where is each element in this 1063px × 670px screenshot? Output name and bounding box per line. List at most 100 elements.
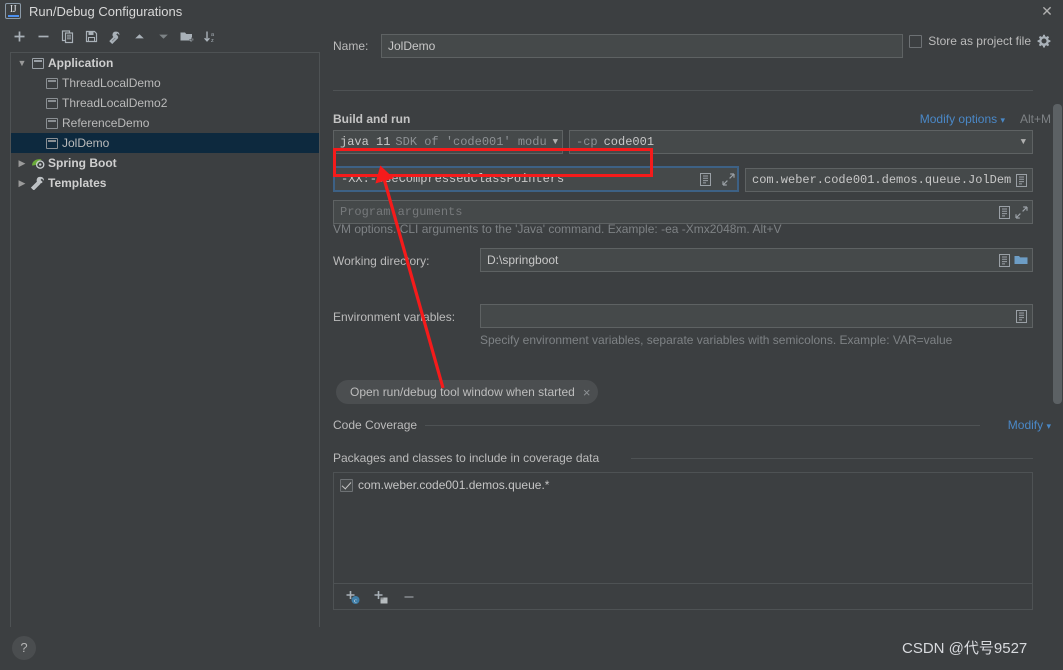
tree-item-referencedemo[interactable]: ReferenceDemo xyxy=(11,113,319,133)
expand-icon[interactable] xyxy=(1014,204,1028,220)
tree-item-threadlocaldemo2[interactable]: ThreadLocalDemo2 xyxy=(11,93,319,113)
macro-list-icon[interactable] xyxy=(698,171,712,187)
chevron-right-icon[interactable]: ▶ xyxy=(15,178,29,189)
help-button[interactable]: ? xyxy=(12,636,36,660)
classpath-select[interactable]: -cp code001 ▼ xyxy=(569,130,1033,154)
working-directory-field[interactable]: D:\springboot xyxy=(480,248,1033,272)
chevron-down-icon[interactable]: ▼ xyxy=(1015,137,1026,147)
tree-item-label: Templates xyxy=(48,176,107,190)
coverage-list-toolbar: c xyxy=(334,583,1032,609)
macro-list-icon[interactable] xyxy=(1014,172,1028,188)
name-label: Name: xyxy=(333,39,369,53)
classpath-value: code001 xyxy=(603,135,655,149)
editor-scrollbar[interactable] xyxy=(1053,104,1062,404)
tree-item-application[interactable]: ▼ Application xyxy=(11,53,319,73)
tree-item-label: ThreadLocalDemo2 xyxy=(62,96,168,110)
working-directory-value: D:\springboot xyxy=(487,253,559,267)
sort-configurations-button[interactable]: a z xyxy=(200,25,222,47)
move-down-button[interactable] xyxy=(152,25,174,47)
modify-options-link[interactable]: Modify options ▾ xyxy=(920,112,1005,126)
macro-list-icon[interactable] xyxy=(997,252,1011,268)
folder-icon[interactable] xyxy=(1014,252,1028,268)
run-debug-configurations-dialog: IJ Run/Debug Configurations ✕ a z ▼ Appl… xyxy=(0,0,1063,670)
open-run-debug-tool-window-chip[interactable]: Open run/debug tool window when started … xyxy=(336,380,599,404)
vm-options-hint: VM options. CLI arguments to the 'Java' … xyxy=(333,222,782,236)
vm-options-field-actions xyxy=(685,168,741,190)
gear-icon[interactable] xyxy=(1037,34,1051,48)
working-directory-label: Working directory: xyxy=(333,254,430,268)
module-icon xyxy=(43,117,60,129)
module-icon xyxy=(43,77,60,89)
close-icon[interactable]: ✕ xyxy=(1039,3,1055,19)
tree-item-label: ReferenceDemo xyxy=(62,116,150,130)
coverage-entries-list[interactable]: com.weber.code001.demos.queue.* c xyxy=(333,472,1033,610)
tree-item-threadlocaldemo[interactable]: ThreadLocalDemo xyxy=(11,73,319,93)
main-class-field[interactable]: com.weber.code001.demos.queue.JolDemo xyxy=(745,168,1033,192)
build-and-run-title: Build and run xyxy=(333,112,411,126)
expand-icon[interactable] xyxy=(721,171,735,187)
intellij-logo-bar xyxy=(8,15,19,17)
remove-configuration-button[interactable] xyxy=(32,25,54,47)
store-as-project-file-label: Store as project file xyxy=(928,34,1031,48)
store-as-project-file-checkbox[interactable] xyxy=(909,34,923,48)
svg-text:z: z xyxy=(211,38,214,44)
tree-item-label: ThreadLocalDemo xyxy=(62,76,161,90)
chevron-down-icon[interactable]: ▾ xyxy=(1046,421,1051,431)
new-folder-button[interactable] xyxy=(176,25,198,47)
main-class-value: com.weber.code001.demos.queue.JolDemo xyxy=(752,173,1011,187)
copy-configuration-button[interactable] xyxy=(56,25,78,47)
svg-text:c: c xyxy=(354,597,357,604)
editor-scrollbar-thumb[interactable] xyxy=(1053,104,1062,404)
jre-value-bold: java 11 xyxy=(340,135,391,149)
intellij-logo-icon: IJ xyxy=(5,3,21,19)
sidebar-toolbar: a z xyxy=(0,22,330,50)
module-icon xyxy=(43,97,60,109)
edit-templates-button[interactable] xyxy=(104,25,126,47)
window-title: Run/Debug Configurations xyxy=(29,3,183,19)
jre-select[interactable]: java 11 SDK of 'code001' modu ▼ xyxy=(333,130,563,154)
coverage-list-item[interactable]: com.weber.code001.demos.queue.* xyxy=(334,473,1032,497)
store-as-project-file-row[interactable]: Store as project file xyxy=(909,34,1051,48)
spring-boot-icon xyxy=(29,156,46,170)
chevron-right-icon[interactable]: ▶ xyxy=(15,158,29,169)
tree-item-joldemo[interactable]: JolDemo xyxy=(11,133,319,153)
module-icon xyxy=(29,57,46,69)
code-coverage-modify-link[interactable]: Modify ▾ xyxy=(1008,418,1051,432)
dialog-footer: ? OK Cancel Apply xyxy=(0,627,1063,670)
tree-item-label: JolDemo xyxy=(62,136,110,150)
chevron-down-icon[interactable]: ▼ xyxy=(15,58,29,68)
save-configuration-button[interactable] xyxy=(80,25,102,47)
intellij-logo-text: IJ xyxy=(9,4,17,15)
environment-variables-field[interactable] xyxy=(480,304,1033,328)
add-class-button[interactable]: c xyxy=(342,586,364,608)
title-bar: IJ Run/Debug Configurations xyxy=(0,0,1063,22)
add-configuration-button[interactable] xyxy=(8,25,30,47)
environment-variables-hint: Specify environment variables, separate … xyxy=(480,333,953,347)
coverage-rows: com.weber.code001.demos.queue.* xyxy=(334,473,1032,497)
program-arguments-placeholder: Program arguments xyxy=(340,205,463,219)
remove-entry-button[interactable] xyxy=(398,586,420,608)
name-input[interactable] xyxy=(381,34,903,58)
move-up-button[interactable] xyxy=(128,25,150,47)
name-separator xyxy=(333,90,1033,91)
configurations-sidebar: a z ▼ Application ThreadLocalDemo ThreadLoc… xyxy=(0,22,330,627)
code-coverage-title: Code Coverage xyxy=(333,418,418,432)
tree-item-templates[interactable]: ▶ Templates xyxy=(11,173,319,193)
chevron-down-icon[interactable]: ▼ xyxy=(547,137,558,147)
macro-list-icon[interactable] xyxy=(1014,308,1028,324)
tree-item-spring-boot[interactable]: ▶ Spring Boot xyxy=(11,153,319,173)
environment-variables-label: Environment variables: xyxy=(333,310,456,324)
coverage-packages-separator xyxy=(631,458,1033,459)
chip-label: Open run/debug tool window when started xyxy=(350,385,575,399)
macro-list-icon[interactable] xyxy=(997,204,1011,220)
program-arguments-field[interactable]: Program arguments xyxy=(333,200,1033,224)
configuration-editor-panel: Name: Store as project file Build and ru… xyxy=(330,22,1063,627)
tree-item-label: Spring Boot xyxy=(48,156,117,170)
vm-options-field[interactable]: -XX:-UseCompressedClassPointers xyxy=(333,166,739,192)
coverage-entry-checkbox[interactable] xyxy=(340,478,353,492)
coverage-packages-title: Packages and classes to include in cover… xyxy=(333,451,600,465)
close-icon[interactable]: × xyxy=(583,385,591,400)
tree-item-label: Application xyxy=(48,56,114,70)
chevron-down-icon[interactable]: ▾ xyxy=(1000,115,1005,125)
add-package-button[interactable] xyxy=(370,586,392,608)
